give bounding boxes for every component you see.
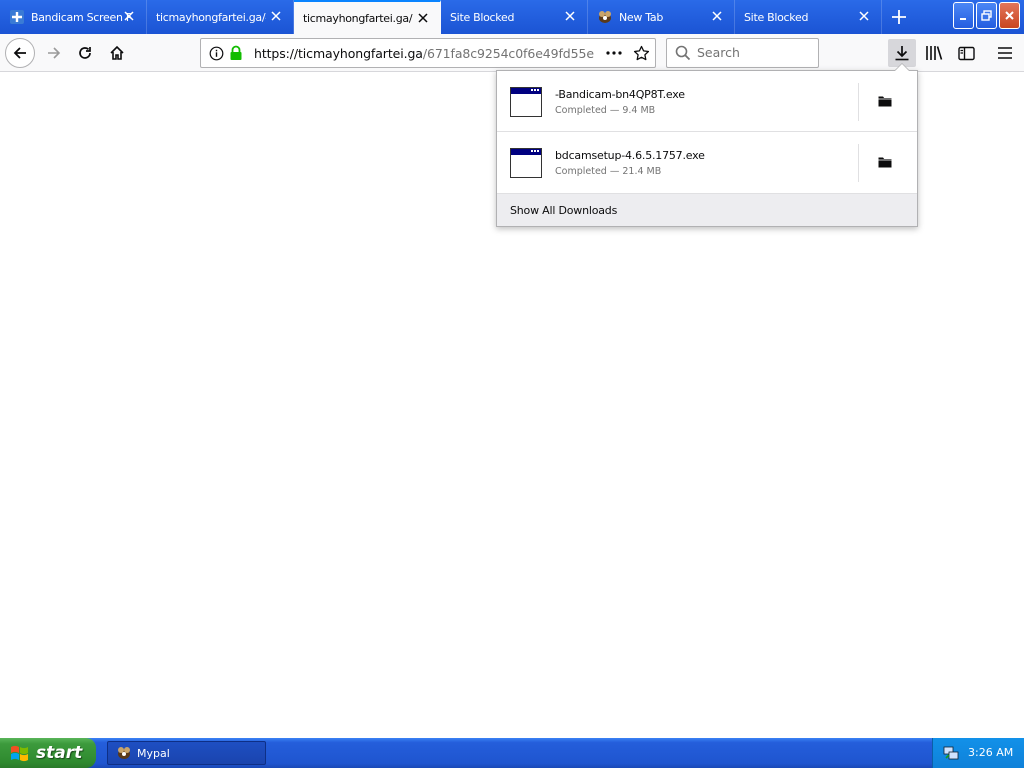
download-icon — [895, 46, 909, 61]
minimize-button[interactable] — [953, 2, 974, 29]
url-bar[interactable]: https://ticmayhongfartei.ga/671fa8c9254c… — [200, 38, 656, 68]
network-icon[interactable] — [943, 745, 959, 764]
open-folder-button[interactable] — [875, 91, 895, 111]
close-window-button[interactable] — [999, 2, 1020, 29]
reload-button[interactable] — [71, 39, 99, 67]
download-status: Completed — 21.4 MB — [555, 166, 662, 177]
folder-icon — [878, 157, 892, 168]
divider — [858, 83, 859, 121]
panel-arrow-inner — [895, 64, 909, 71]
open-folder-button[interactable] — [875, 152, 895, 172]
search-bar[interactable] — [666, 38, 819, 68]
home-icon — [110, 45, 124, 60]
close-icon[interactable] — [563, 9, 577, 23]
executable-file-icon — [510, 87, 542, 117]
tab-title: Site Blocked — [744, 10, 809, 24]
system-tray: 3:26 AM — [932, 738, 1024, 768]
library-icon — [926, 46, 943, 60]
tab-title: Bandicam Screen Recorder — [31, 10, 131, 24]
download-status: Completed — 9.4 MB — [555, 105, 656, 116]
bookmark-star-icon[interactable] — [633, 45, 650, 65]
menu-button[interactable] — [991, 39, 1019, 67]
mypal-icon — [116, 746, 132, 760]
url-text[interactable]: https://ticmayhongfartei.ga/671fa8c9254c… — [254, 46, 599, 61]
new-tab-button[interactable] — [882, 0, 915, 34]
sidebar-icon — [957, 46, 975, 60]
url-host: https://ticmayhongfartei.ga — [254, 46, 423, 61]
download-item[interactable]: -Bandicam-bn4QP8T.exe Completed — 9.4 MB — [497, 71, 917, 132]
tab-site-blocked-1[interactable]: Site Blocked — [441, 0, 588, 34]
divider — [858, 144, 859, 182]
reload-icon — [79, 47, 91, 59]
close-icon — [1005, 11, 1014, 20]
mypal-icon — [597, 9, 613, 25]
lock-icon[interactable] — [229, 45, 243, 64]
tab-title: New Tab — [619, 10, 664, 24]
back-button[interactable] — [5, 38, 35, 68]
forward-button[interactable] — [40, 39, 68, 67]
tab-title: ticmayhongfartei.ga/6 — [303, 11, 413, 25]
close-icon[interactable] — [122, 9, 136, 23]
download-item[interactable]: bdcamsetup-4.6.5.1757.exe Completed — 21… — [497, 132, 917, 193]
executable-file-icon — [510, 148, 542, 178]
taskbar: start Mypal 3:26 AM — [0, 738, 1024, 768]
tab-new-tab[interactable]: New Tab — [588, 0, 735, 34]
window-controls — [953, 2, 1024, 29]
close-icon[interactable] — [269, 9, 283, 23]
page-actions-icon[interactable] — [605, 45, 623, 64]
plus-icon — [891, 10, 906, 24]
tab-title: ticmayhongfartei.ga/4 — [156, 10, 266, 24]
taskbar-item-label: Mypal — [137, 746, 170, 760]
close-icon[interactable] — [857, 9, 871, 23]
start-button[interactable]: start — [0, 738, 96, 768]
tab-site-blocked-2[interactable]: Site Blocked — [735, 0, 882, 34]
close-icon[interactable] — [710, 9, 724, 23]
restore-icon — [981, 10, 992, 21]
home-button[interactable] — [103, 39, 131, 67]
taskbar-item-mypal[interactable]: Mypal — [107, 741, 266, 765]
tab-bandicam[interactable]: Bandicam Screen Recorder — [0, 0, 147, 34]
minimize-icon — [959, 17, 966, 20]
search-input[interactable] — [697, 45, 812, 60]
navigation-toolbar: https://ticmayhongfartei.ga/671fa8c9254c… — [0, 34, 1024, 72]
sidebar-toggle-button[interactable] — [952, 39, 980, 67]
close-icon[interactable] — [416, 11, 430, 25]
clock[interactable]: 3:26 AM — [968, 746, 1013, 759]
bandicam-icon — [9, 9, 25, 25]
show-all-downloads-label: Show All Downloads — [510, 204, 618, 217]
folder-icon — [878, 96, 892, 107]
start-label: start — [36, 743, 83, 763]
url-path: /671fa8c9254c0f6e49fd55e — [422, 46, 594, 61]
windows-logo-icon — [11, 745, 28, 762]
downloads-panel: -Bandicam-bn4QP8T.exe Completed — 9.4 MB… — [496, 70, 918, 227]
download-filename: bdcamsetup-4.6.5.1757.exe — [555, 149, 705, 162]
show-all-downloads-button[interactable]: Show All Downloads — [497, 193, 917, 226]
download-filename: -Bandicam-bn4QP8T.exe — [555, 88, 685, 101]
library-button[interactable] — [920, 39, 948, 67]
tab-ticmay-6[interactable]: ticmayhongfartei.ga/6 — [294, 0, 441, 34]
hamburger-menu-icon — [998, 47, 1012, 59]
search-icon — [675, 45, 691, 64]
tab-title: Site Blocked — [450, 10, 515, 24]
tab-ticmay-4[interactable]: ticmayhongfartei.ga/4 — [147, 0, 294, 34]
back-arrow-icon — [13, 47, 26, 59]
tab-strip: Bandicam Screen Recorder ticmayhongfarte… — [0, 0, 1024, 34]
info-icon[interactable] — [209, 46, 224, 64]
restore-button[interactable] — [976, 2, 997, 29]
forward-arrow-icon — [48, 47, 61, 59]
